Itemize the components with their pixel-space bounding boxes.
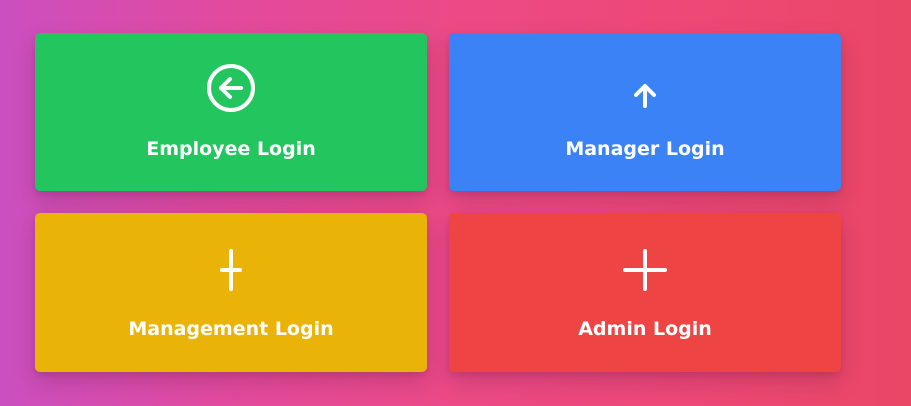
- employee-login-card[interactable]: Employee Login: [35, 33, 427, 191]
- manager-login-card[interactable]: Manager Login: [449, 33, 841, 191]
- admin-login-card[interactable]: Admin Login: [449, 213, 841, 372]
- login-options-grid: Employee Login Manager Login Management …: [35, 33, 841, 372]
- admin-login-label: Admin Login: [578, 318, 712, 340]
- management-login-card[interactable]: Management Login: [35, 213, 427, 372]
- manager-login-label: Manager Login: [565, 138, 725, 160]
- arrow-left-circle-icon: [206, 63, 256, 113]
- plus-icon: [620, 243, 670, 293]
- plus-icon: [206, 243, 256, 293]
- arrow-up-icon: [620, 63, 670, 113]
- employee-login-label: Employee Login: [146, 138, 316, 160]
- management-login-label: Management Login: [128, 318, 334, 340]
